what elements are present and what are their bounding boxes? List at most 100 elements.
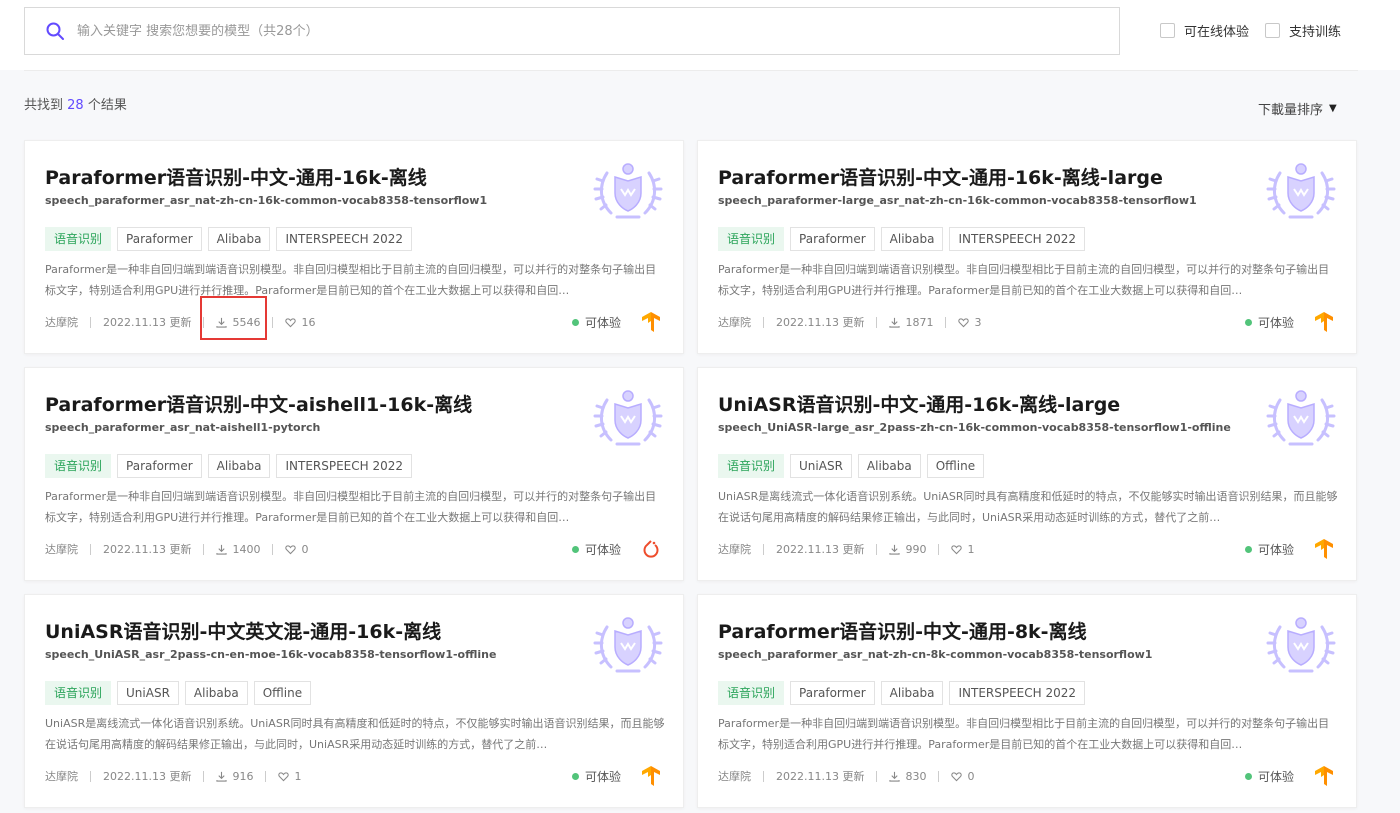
checkbox[interactable] <box>1160 23 1175 38</box>
status-text: 可体验 <box>584 543 621 557</box>
tag[interactable]: Alibaba <box>857 454 921 478</box>
like-number: 1 <box>294 769 302 783</box>
update-date: 2022.11.13 更新 <box>776 314 864 330</box>
model-title[interactable]: Paraformer语音识别-中文-通用-16k-离线-large <box>718 163 1163 190</box>
model-card-6[interactable]: Paraformer语音识别-中文-通用-8k-离线 speech_parafo… <box>697 594 1357 808</box>
tag[interactable]: Alibaba <box>880 681 944 705</box>
model-title[interactable]: Paraformer语音识别-中文-aishell1-16k-离线 <box>45 390 472 417</box>
tag[interactable]: INTERSPEECH 2022 <box>276 454 413 478</box>
filter-label: 支持训练 <box>1289 25 1342 40</box>
model-title[interactable]: Paraformer语音识别-中文-通用-16k-离线 <box>45 163 427 190</box>
model-description: UniASR是离线流式一体化语音识别系统。UniASR同时具有高精度和低延时的特… <box>718 490 1338 524</box>
tag[interactable]: INTERSPEECH 2022 <box>949 227 1086 251</box>
search-box[interactable] <box>24 7 1120 55</box>
status-dot <box>571 319 579 326</box>
tag[interactable]: Alibaba <box>207 454 271 478</box>
like-count[interactable]: 0 <box>951 770 974 783</box>
tag[interactable]: Alibaba <box>207 227 271 251</box>
tag[interactable]: Offline <box>926 454 985 478</box>
update-date: 2022.11.13 更新 <box>103 768 191 784</box>
meta-separator <box>203 543 205 555</box>
tag[interactable]: Offline <box>253 681 312 705</box>
tag-list: 语音识别 UniASR Alibaba Offline <box>718 454 985 478</box>
model-id: speech_paraformer_asr_nat-zh-cn-8k-commo… <box>718 648 1153 661</box>
download-number: 1871 <box>905 315 934 329</box>
model-description: Paraformer是一种非自回归端到端语音识别模型。非自回归模型相比于目前主流… <box>718 263 1330 297</box>
model-description: Paraformer是一种非自回归端到端语音识别模型。非自回归模型相比于目前主流… <box>45 490 657 524</box>
model-card-3[interactable]: Paraformer语音识别-中文-aishell1-16k-离线 speech… <box>24 367 684 581</box>
filter-group: 可在线体验 支持训练 <box>1160 21 1341 40</box>
tag[interactable]: 语音识别 <box>718 227 785 251</box>
experience-status[interactable]: 可体验 <box>1244 768 1294 785</box>
heart-icon <box>278 771 290 781</box>
author: 达摩院 <box>718 768 751 784</box>
meta-separator <box>272 316 274 328</box>
experience-status[interactable]: 可体验 <box>1244 314 1294 331</box>
search-input[interactable] <box>77 23 977 39</box>
model-card-1[interactable]: Paraformer语音识别-中文-通用-16k-离线 speech_paraf… <box>24 140 684 354</box>
like-count[interactable]: 1 <box>278 770 301 783</box>
author-name: 达摩院 <box>718 543 751 556</box>
laurel-badge-icon <box>593 390 663 446</box>
like-count[interactable]: 3 <box>958 316 981 329</box>
download-count: 1871 <box>889 316 933 329</box>
update-date: 2022.11.13 更新 <box>776 541 864 557</box>
tag[interactable]: Paraformer <box>790 227 875 251</box>
like-count[interactable]: 16 <box>285 316 315 329</box>
model-title[interactable]: UniASR语音识别-中文英文混-通用-16k-离线 <box>45 617 441 644</box>
sort-dropdown[interactable]: 下載量排序 ▼ <box>1258 99 1337 118</box>
meta-separator <box>203 770 205 782</box>
tag-list: 语音识别 UniASR Alibaba Offline <box>45 681 312 705</box>
model-card-5[interactable]: UniASR语音识别-中文英文混-通用-16k-离线 speech_UniASR… <box>24 594 684 808</box>
experience-status[interactable]: 可体验 <box>571 768 621 785</box>
tag[interactable]: Paraformer <box>790 681 875 705</box>
model-card-2[interactable]: Paraformer语音识别-中文-通用-16k-离线-large speech… <box>697 140 1357 354</box>
heart-icon <box>951 771 963 781</box>
tag[interactable]: 语音识别 <box>718 454 785 478</box>
tag[interactable]: INTERSPEECH 2022 <box>276 227 413 251</box>
experience-status[interactable]: 可体验 <box>571 314 621 331</box>
status-text: 可体验 <box>584 316 621 330</box>
author: 达摩院 <box>45 768 78 784</box>
tag[interactable]: INTERSPEECH 2022 <box>949 681 1086 705</box>
download-number: 5546 <box>232 315 261 329</box>
tag[interactable]: Paraformer <box>117 227 202 251</box>
tag[interactable]: UniASR <box>790 454 852 478</box>
status-dot <box>1244 773 1252 780</box>
experience-status[interactable]: 可体验 <box>1244 541 1294 558</box>
laurel-badge-icon <box>593 163 663 219</box>
top-bar: 可在线体验 支持训练 <box>0 0 1400 70</box>
download-count: 1400 <box>216 543 260 556</box>
download-count: 830 <box>889 770 926 783</box>
update-date: 2022.11.13 更新 <box>103 541 191 557</box>
meta-separator <box>265 770 267 782</box>
model-id: speech_paraformer_asr_nat-zh-cn-16k-comm… <box>45 194 488 207</box>
heart-icon <box>951 544 963 554</box>
tag[interactable]: Alibaba <box>184 681 248 705</box>
pytorch-icon <box>643 540 659 558</box>
like-number: 0 <box>301 542 309 556</box>
sort-label: 下載量排序 <box>1258 103 1324 118</box>
author-name: 达摩院 <box>45 316 78 329</box>
tensorflow-icon <box>642 766 660 786</box>
download-icon <box>889 544 901 555</box>
filter-online-experience[interactable]: 可在线体验 <box>1160 21 1249 40</box>
like-count[interactable]: 0 <box>285 543 308 556</box>
model-title[interactable]: Paraformer语音识别-中文-通用-8k-离线 <box>718 617 1087 644</box>
checkbox[interactable] <box>1265 23 1281 38</box>
tag[interactable]: UniASR <box>117 681 179 705</box>
model-title[interactable]: UniASR语音识别-中文-通用-16k-离线-large <box>718 390 1120 417</box>
tag[interactable]: 语音识别 <box>45 454 112 478</box>
model-meta: 达摩院 2022.11.13 更新 990 1 <box>718 541 974 557</box>
author: 达摩院 <box>45 314 78 330</box>
meta-separator <box>938 770 940 782</box>
tag[interactable]: 语音识别 <box>45 681 112 705</box>
like-count[interactable]: 1 <box>951 543 974 556</box>
tag[interactable]: Paraformer <box>117 454 202 478</box>
tag[interactable]: Alibaba <box>880 227 944 251</box>
tag[interactable]: 语音识别 <box>45 227 112 251</box>
experience-status[interactable]: 可体验 <box>571 541 621 558</box>
model-card-4[interactable]: UniASR语音识别-中文-通用-16k-离线-large speech_Uni… <box>697 367 1357 581</box>
tag[interactable]: 语音识别 <box>718 681 785 705</box>
filter-support-training[interactable]: 支持训练 <box>1265 21 1341 40</box>
